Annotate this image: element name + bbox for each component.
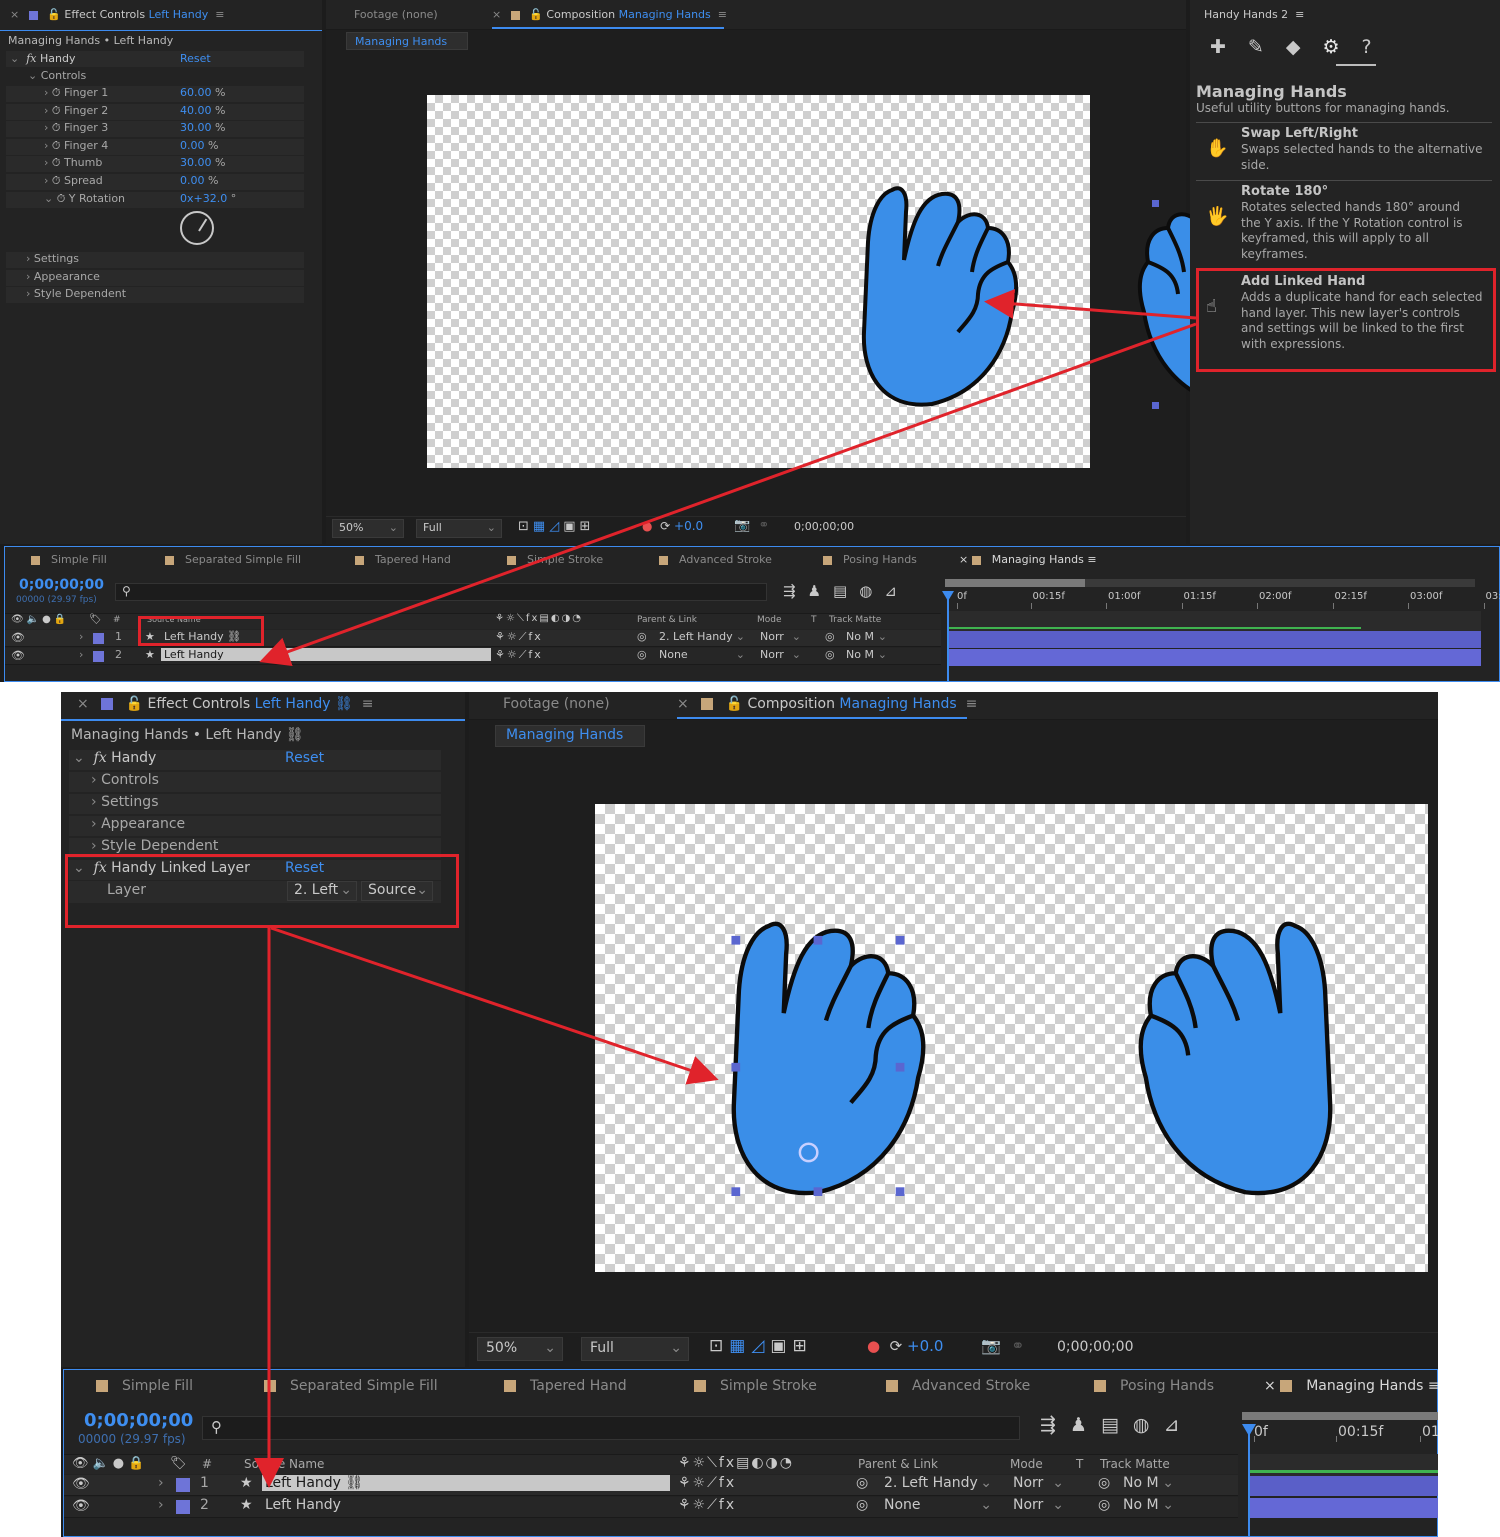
top-screenshot: × 🔓 Effect Controls Left Handy ≡ Managin… — [0, 0, 1500, 682]
bottom-screenshot: × 🔓 Effect Controls Left Handy ⛓ ≡ Manag… — [61, 692, 1438, 1537]
annotation-arrows-bottom — [254, 926, 719, 1488]
annotation-arrows-top — [259, 288, 1197, 666]
